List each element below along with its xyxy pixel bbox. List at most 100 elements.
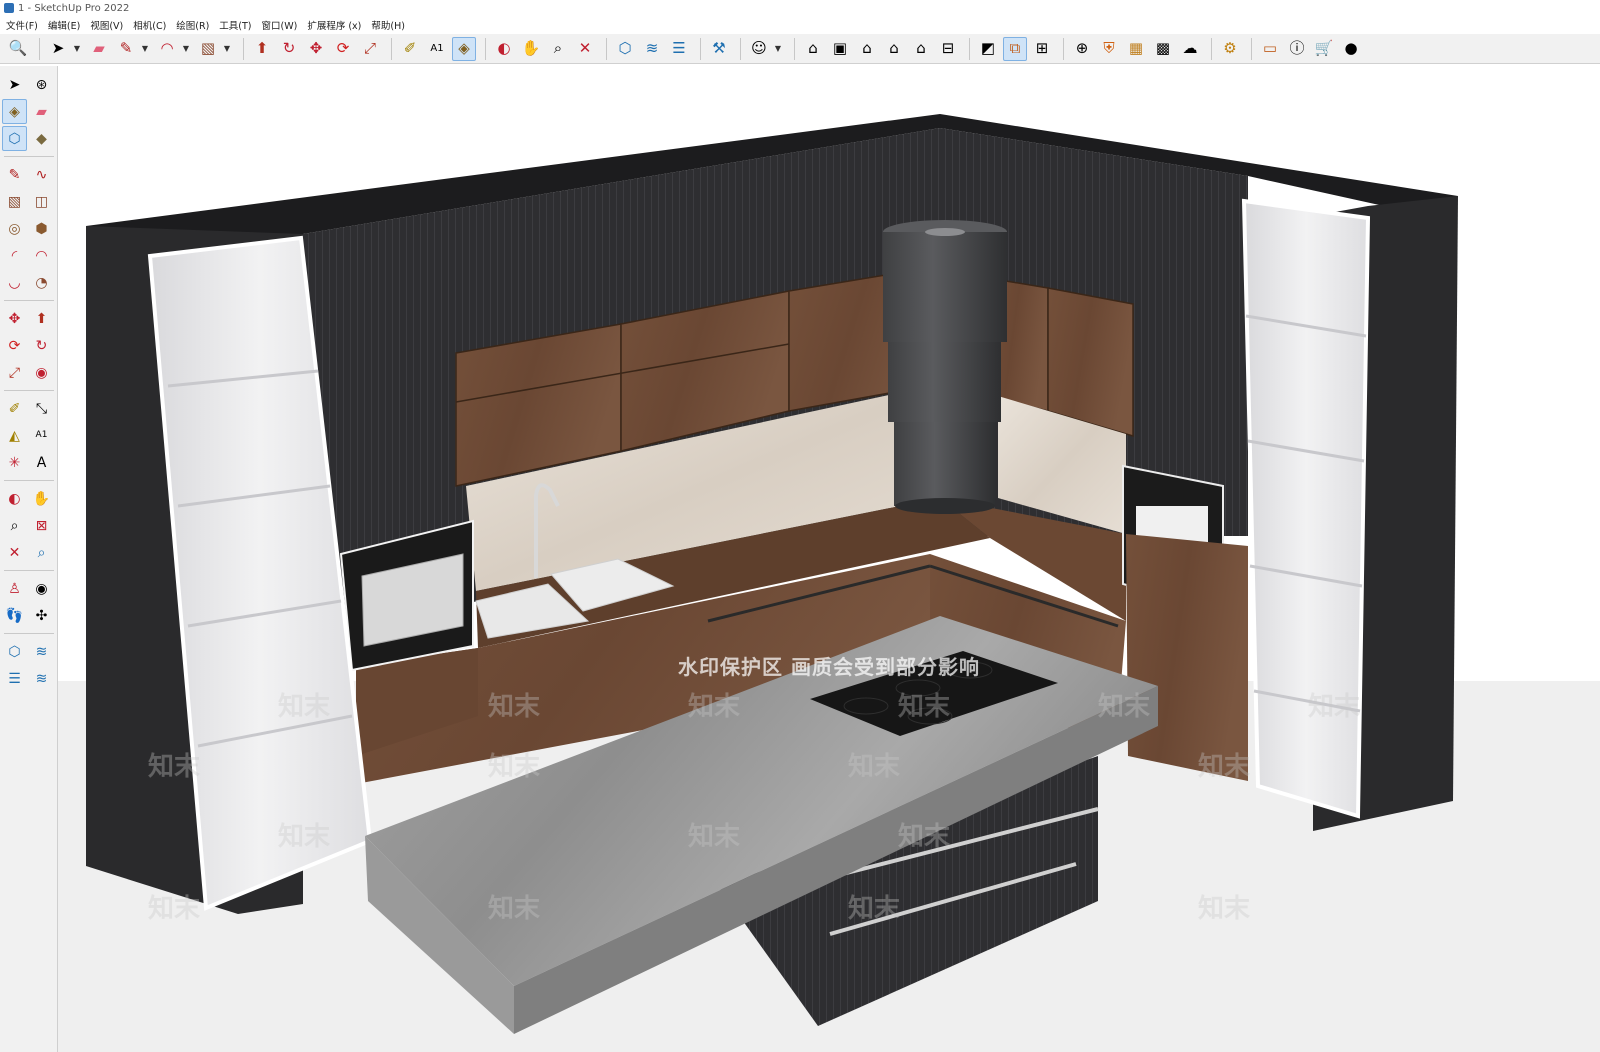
position-camera-icon[interactable]: ♙ <box>2 576 27 601</box>
account-icon[interactable]: ● <box>1339 37 1363 61</box>
polygon-icon[interactable]: ⬢ <box>29 216 54 241</box>
solid-tools-icon[interactable]: ⚒ <box>707 37 731 61</box>
pie-icon[interactable]: ◔ <box>29 270 54 295</box>
zoom-icon[interactable]: ⌕ <box>546 37 570 61</box>
right-view-icon[interactable]: ⌂ <box>882 37 906 61</box>
offset-icon[interactable]: ◉ <box>29 360 54 385</box>
sandbox-alt-icon[interactable]: ≋ <box>29 666 54 691</box>
search-icon[interactable]: 🔍 <box>6 37 30 61</box>
zoom-icon[interactable]: ⌕ <box>2 513 27 538</box>
pan-icon[interactable]: ✋ <box>519 37 543 61</box>
text-icon[interactable]: A1 <box>425 37 449 61</box>
rotated-rectangle-icon[interactable]: ◫ <box>29 189 54 214</box>
component-icon[interactable]: ⬡ <box>2 126 27 151</box>
pencil-icon[interactable]: ✎ <box>114 37 138 61</box>
eraser-icon[interactable]: ▰ <box>29 99 54 124</box>
shield-icon[interactable]: ⛨ <box>1097 37 1121 61</box>
three-point-arc-icon[interactable]: ◡ <box>2 270 27 295</box>
zoom-extents-icon[interactable]: ✕ <box>573 37 597 61</box>
menu-window[interactable]: 窗口(W) <box>262 18 298 32</box>
rotate-icon[interactable]: ⟳ <box>331 37 355 61</box>
add-icon[interactable]: ⊕ <box>1070 37 1094 61</box>
push-pull-icon[interactable]: ⬆ <box>29 306 54 331</box>
follow-me-icon[interactable]: ↻ <box>277 37 301 61</box>
look-around-icon[interactable]: ◉ <box>29 576 54 601</box>
3d-text-icon[interactable]: A <box>29 450 54 475</box>
menu-edit[interactable]: 编辑(E) <box>48 18 80 32</box>
rotate-icon[interactable]: ⟳ <box>2 333 27 358</box>
menu-file[interactable]: 文件(F) <box>6 18 38 32</box>
chevron-down-icon[interactable]: ▼ <box>182 44 190 53</box>
rectangle-icon[interactable]: ▧ <box>2 189 27 214</box>
chevron-down-icon[interactable]: ▼ <box>223 44 231 53</box>
scale-icon[interactable]: ⤢ <box>358 37 382 61</box>
paint-bucket-icon[interactable]: ◈ <box>452 36 476 61</box>
layer-stack-alt-icon[interactable]: ☰ <box>667 37 691 61</box>
move-icon[interactable]: ✥ <box>2 306 27 331</box>
chevron-down-icon[interactable]: ▼ <box>774 44 782 53</box>
circle-icon[interactable]: ◎ <box>2 216 27 241</box>
push-pull-icon[interactable]: ⬆ <box>250 37 274 61</box>
arc-icon[interactable]: ◜ <box>2 243 27 268</box>
zoom-window-icon[interactable]: ⊠ <box>29 513 54 538</box>
component-icon[interactable]: ⬡ <box>613 37 637 61</box>
chevron-down-icon[interactable]: ▼ <box>141 44 149 53</box>
window-icon[interactable]: ▭ <box>1258 37 1282 61</box>
solid-tools-icon[interactable]: ⬡ <box>2 639 27 664</box>
warehouse-icon[interactable]: ⊞ <box>1030 37 1054 61</box>
section-icon[interactable]: ⧉ <box>1003 36 1027 61</box>
iso-view-icon[interactable]: ⌂ <box>801 37 825 61</box>
style-icon[interactable]: ◩ <box>976 37 1000 61</box>
chevron-down-icon[interactable]: ▼ <box>73 44 81 53</box>
menu-tools[interactable]: 工具(T) <box>219 18 251 32</box>
move-icon[interactable]: ✥ <box>304 37 328 61</box>
previous-view-icon[interactable]: ⌕ <box>29 540 54 565</box>
user-profile-icon[interactable]: ☺ <box>747 37 771 61</box>
line-icon[interactable]: ✎ <box>2 162 27 187</box>
layer-stack-icon[interactable]: ≋ <box>640 37 664 61</box>
top-view-icon[interactable]: ▣ <box>828 37 852 61</box>
info-icon[interactable]: ⓘ <box>1285 37 1309 61</box>
back-view-icon[interactable]: ⌂ <box>909 37 933 61</box>
zoom-extents-icon[interactable]: ✕ <box>2 540 27 565</box>
two-point-arc-icon[interactable]: ◠ <box>29 243 54 268</box>
arc-icon[interactable]: ◠ <box>155 37 179 61</box>
menu-camera[interactable]: 相机(C) <box>133 18 166 32</box>
menu-view[interactable]: 视图(V) <box>90 18 123 32</box>
orbit-icon[interactable]: ◐ <box>2 486 27 511</box>
text-icon[interactable]: A1 <box>29 423 54 448</box>
menu-extensions[interactable]: 扩展程序 (x) <box>307 18 361 32</box>
follow-me-icon[interactable]: ↻ <box>29 333 54 358</box>
paint-bucket-icon[interactable]: ◈ <box>2 99 27 124</box>
map-icon[interactable]: ▦ <box>1124 37 1148 61</box>
tag-icon[interactable]: ◆ <box>29 126 54 151</box>
cloud-icon[interactable]: ☁ <box>1178 37 1202 61</box>
select-icon[interactable]: ➤ <box>46 37 70 61</box>
tape-measure-icon[interactable]: ✐ <box>398 37 422 61</box>
checker-icon[interactable]: ▩ <box>1151 37 1175 61</box>
pan-icon[interactable]: ✋ <box>29 486 54 511</box>
scale-icon[interactable]: ⤢ <box>2 360 27 385</box>
axes-icon[interactable]: ✳ <box>2 450 27 475</box>
walk-icon[interactable]: 👣 <box>2 603 27 628</box>
menu-draw[interactable]: 绘图(R) <box>176 18 209 32</box>
watermark-logo: 知末 <box>688 822 741 852</box>
sandbox-icon[interactable]: ≋ <box>29 639 54 664</box>
orbit-icon[interactable]: ◐ <box>492 37 516 61</box>
left-view-icon[interactable]: ⊟ <box>936 37 960 61</box>
orbit-small-icon[interactable]: ⊛ <box>29 72 54 97</box>
cart-icon[interactable]: 🛒 <box>1312 37 1336 61</box>
protractor-icon[interactable]: ◭ <box>2 423 27 448</box>
section-plane-icon[interactable]: ✣ <box>29 603 54 628</box>
select-icon[interactable]: ➤ <box>2 72 27 97</box>
freehand-icon[interactable]: ∿ <box>29 162 54 187</box>
tape-measure-icon[interactable]: ✐ <box>2 396 27 421</box>
eraser-icon[interactable]: ▰ <box>87 37 111 61</box>
front-view-icon[interactable]: ⌂ <box>855 37 879 61</box>
rectangle-icon[interactable]: ▧ <box>196 37 220 61</box>
model-viewport[interactable]: 水印保护区 画质会受到部分影响 知末 知末 知末 知末 知末 知末 知末 知末 … <box>58 66 1600 1052</box>
layer-stack-icon[interactable]: ☰ <box>2 666 27 691</box>
settings-icon[interactable]: ⚙ <box>1218 37 1242 61</box>
menu-help[interactable]: 帮助(H) <box>371 18 405 32</box>
dimension-icon[interactable]: ⤡ <box>29 396 54 421</box>
